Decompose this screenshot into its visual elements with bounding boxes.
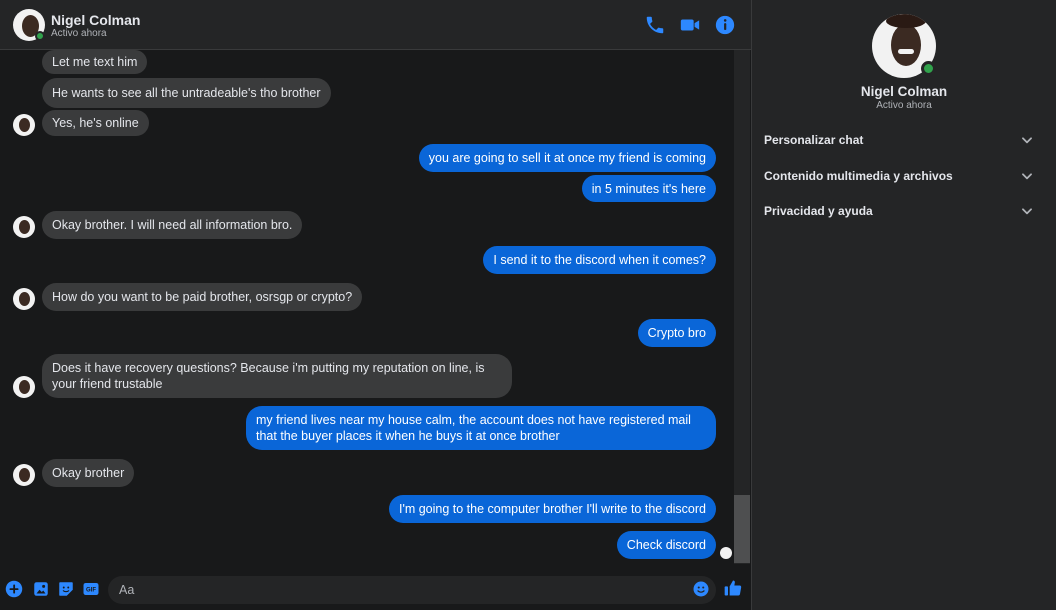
profile-name: Nigel Colman xyxy=(860,84,948,99)
plus-icon[interactable] xyxy=(5,580,23,598)
scrollbar-track[interactable] xyxy=(734,50,750,564)
message-outgoing[interactable]: Check discord xyxy=(616,531,716,559)
composer: GIF Aa xyxy=(0,573,752,610)
message-incoming[interactable]: Does it have recovery questions? Because… xyxy=(42,354,512,398)
message-outgoing[interactable]: my friend lives near my house calm, the … xyxy=(246,406,716,450)
avatar[interactable] xyxy=(13,114,35,136)
section-multimedia[interactable]: Contenido multimedia y archivos xyxy=(752,158,1056,192)
scrollbar-thumb[interactable] xyxy=(734,495,750,563)
svg-text:GIF: GIF xyxy=(86,588,96,594)
messenger-app: Nigel Colman Activo ahora Let me text hi… xyxy=(0,0,1056,610)
profile-status: Activo ahora xyxy=(876,100,932,111)
chevron-down-icon xyxy=(1022,137,1032,144)
message-outgoing[interactable]: you are going to sell it at once my frie… xyxy=(418,144,716,172)
chevron-down-icon xyxy=(1022,208,1032,215)
message-outgoing[interactable]: in 5 minutes it's here xyxy=(581,175,716,202)
info-icon[interactable] xyxy=(714,14,736,36)
online-indicator xyxy=(35,31,45,41)
avatar[interactable] xyxy=(13,288,35,310)
message-incoming[interactable]: Okay brother. I will need all informatio… xyxy=(42,211,303,239)
message-incoming[interactable]: Yes, he's online xyxy=(42,110,149,136)
message-input[interactable]: Aa xyxy=(108,576,716,604)
contact-status: Activo ahora xyxy=(51,28,107,39)
image-icon[interactable] xyxy=(32,580,50,598)
avatar[interactable] xyxy=(13,376,35,398)
phone-icon[interactable] xyxy=(644,14,666,36)
seen-avatar xyxy=(720,547,732,559)
chat-pane: Nigel Colman Activo ahora Let me text hi… xyxy=(0,0,752,610)
online-indicator xyxy=(921,61,936,76)
sticker-icon[interactable] xyxy=(57,580,75,598)
message-input-placeholder: Aa xyxy=(119,583,135,597)
message-outgoing[interactable]: I'm going to the computer brother I'll w… xyxy=(388,495,716,523)
message-incoming[interactable]: How do you want to be paid brother, osrs… xyxy=(42,283,363,311)
like-icon[interactable] xyxy=(723,578,743,598)
section-label: Privacidad y ayuda xyxy=(764,204,873,218)
message-outgoing[interactable]: I send it to the discord when it comes? xyxy=(483,246,716,274)
section-personalizar-chat[interactable]: Personalizar chat xyxy=(752,122,1056,156)
contact-name[interactable]: Nigel Colman xyxy=(51,12,140,28)
emoji-icon[interactable] xyxy=(692,580,710,598)
message-incoming[interactable]: He wants to see all the untradeable's th… xyxy=(42,78,331,108)
message-list: Let me text him He wants to see all the … xyxy=(0,50,734,564)
message-incoming[interactable]: Let me text him xyxy=(42,50,148,74)
info-pane: Nigel Colman Activo ahora Personalizar c… xyxy=(752,0,1056,610)
chat-header: Nigel Colman Activo ahora xyxy=(0,0,752,50)
video-icon[interactable] xyxy=(679,14,701,36)
message-incoming[interactable]: Okay brother xyxy=(42,459,135,487)
section-privacidad[interactable]: Privacidad y ayuda xyxy=(752,193,1056,227)
avatar[interactable] xyxy=(13,216,35,238)
gif-icon[interactable]: GIF xyxy=(82,580,100,598)
chevron-down-icon xyxy=(1022,173,1032,180)
message-outgoing[interactable]: Crypto bro xyxy=(637,319,716,347)
avatar[interactable] xyxy=(13,464,35,486)
section-label: Contenido multimedia y archivos xyxy=(764,169,953,183)
section-label: Personalizar chat xyxy=(764,133,864,147)
